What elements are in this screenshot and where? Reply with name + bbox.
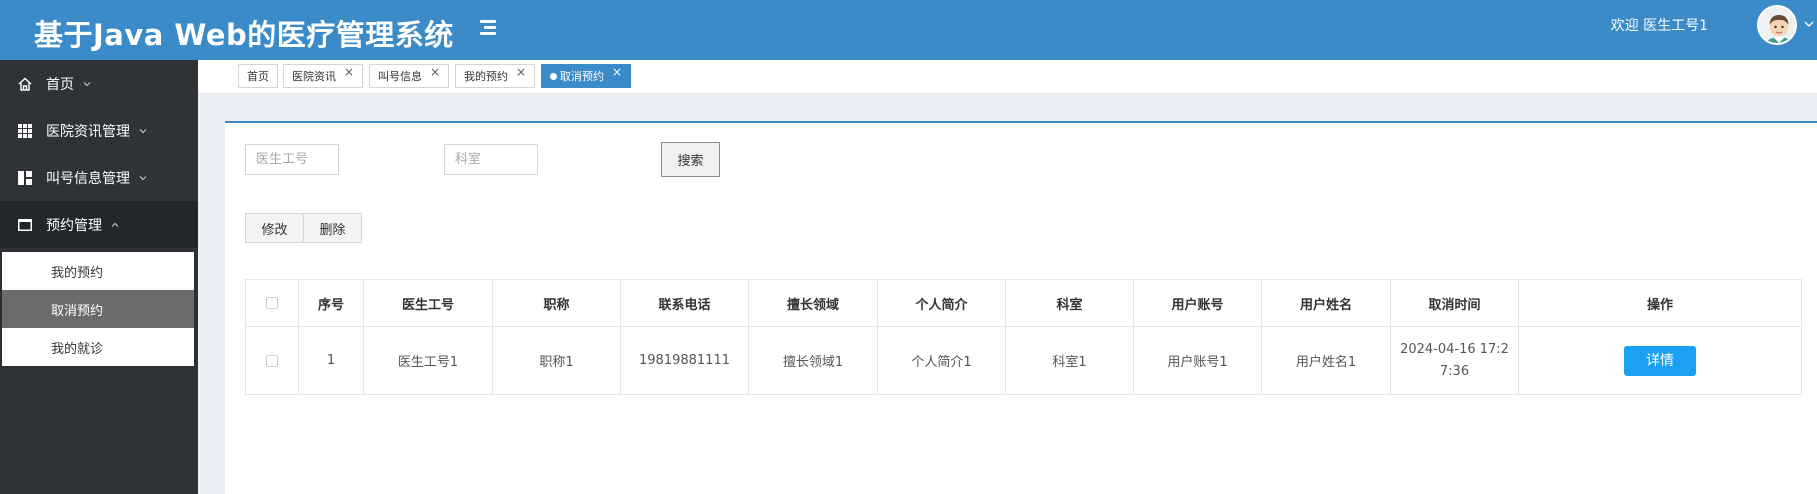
tab-queue-info[interactable]: 叫号信息 × bbox=[369, 64, 450, 88]
column-header: 取消时间 bbox=[1390, 279, 1519, 327]
doctor-no-input[interactable] bbox=[245, 144, 339, 175]
submenu-item-my-visits[interactable]: 我的就诊 bbox=[2, 328, 194, 366]
dept-input[interactable] bbox=[444, 144, 538, 175]
column-header: 职称 bbox=[492, 279, 621, 327]
home-icon bbox=[16, 75, 34, 93]
column-header: 序号 bbox=[298, 279, 364, 327]
column-header: 个人简介 bbox=[877, 279, 1006, 327]
sidebar-item-news[interactable]: 医院资讯管理 bbox=[0, 107, 198, 154]
column-header: 联系电话 bbox=[620, 279, 749, 327]
tab-label: 医院资讯 bbox=[292, 70, 336, 83]
appointments-submenu: 我的预约 取消预约 我的就诊 bbox=[2, 252, 194, 366]
tab-home[interactable]: 首页 bbox=[238, 64, 278, 88]
top-header: 基于Java Web的医疗管理系统 欢迎 医生工号1 bbox=[0, 0, 1817, 60]
tab-label: 叫号信息 bbox=[378, 70, 422, 83]
tab-my-appointments[interactable]: 我的预约 × bbox=[455, 64, 536, 88]
sidebar-item-label: 首页 bbox=[46, 76, 74, 93]
search-button[interactable]: 搜索 bbox=[661, 142, 720, 177]
detail-button[interactable]: 详情 bbox=[1624, 345, 1696, 376]
table-row: 1 医生工号1 职称1 19819881111 擅长领域1 个人简介1 科室1 … bbox=[245, 326, 1802, 395]
cell-cancel-time: 2024-04-16 17:2 7:36 bbox=[1390, 326, 1519, 395]
avatar[interactable] bbox=[1757, 5, 1797, 45]
sidebar-item-label: 叫号信息管理 bbox=[46, 170, 130, 187]
close-icon[interactable]: × bbox=[344, 65, 354, 79]
column-header: 科室 bbox=[1005, 279, 1134, 327]
chevron-down-icon bbox=[139, 175, 147, 180]
chevron-up-icon bbox=[111, 222, 119, 227]
tab-label: 取消预约 bbox=[560, 70, 604, 83]
chevron-down-icon[interactable] bbox=[1803, 18, 1815, 30]
cell-title: 职称1 bbox=[492, 326, 621, 395]
edit-button[interactable]: 修改 bbox=[245, 213, 304, 243]
sidebar-item-queue[interactable]: 叫号信息管理 bbox=[0, 154, 198, 201]
column-header: 用户姓名 bbox=[1261, 279, 1391, 327]
select-all-checkbox[interactable] bbox=[266, 297, 278, 309]
sidebar-item-appointments[interactable]: 预约管理 bbox=[0, 201, 198, 248]
app-title: 基于Java Web的医疗管理系统 bbox=[34, 18, 454, 52]
table-header-row: 序号 医生工号 职称 联系电话 擅长领域 个人简介 科室 用户账号 用户姓名 取… bbox=[245, 279, 1802, 327]
menu-toggle-icon[interactable] bbox=[477, 17, 499, 39]
sidebar-item-label: 医院资讯管理 bbox=[46, 123, 130, 140]
tabs-bar: 首页 医院资讯 × 叫号信息 × 我的预约 × 取消预约 × bbox=[198, 60, 1817, 94]
cell-index: 1 bbox=[298, 326, 364, 395]
column-header: 擅长领域 bbox=[748, 279, 878, 327]
active-dot-icon bbox=[550, 72, 557, 80]
cell-account: 用户账号1 bbox=[1133, 326, 1262, 395]
welcome-text: 欢迎 医生工号1 bbox=[1610, 18, 1708, 34]
sidebar-item-home[interactable]: 首页 bbox=[0, 60, 198, 107]
submenu-item-my-appointments[interactable]: 我的预约 bbox=[2, 252, 194, 290]
tab-label: 首页 bbox=[247, 70, 269, 83]
dashboard-icon bbox=[16, 169, 34, 187]
column-header: 用户账号 bbox=[1133, 279, 1262, 327]
cancel-time-line: 2024-04-16 17:2 bbox=[1400, 341, 1509, 357]
cell-specialty: 擅长领域1 bbox=[748, 326, 878, 395]
cell-dept: 科室1 bbox=[1005, 326, 1134, 395]
data-table: 序号 医生工号 职称 联系电话 擅长领域 个人简介 科室 用户账号 用户姓名 取… bbox=[245, 279, 1802, 395]
column-header: 操作 bbox=[1518, 279, 1802, 327]
grid-icon bbox=[16, 122, 34, 140]
close-icon[interactable]: × bbox=[430, 65, 440, 79]
cell-intro: 个人简介1 bbox=[877, 326, 1006, 395]
tab-hospital-news[interactable]: 医院资讯 × bbox=[283, 64, 364, 88]
cancel-time-line: 7:36 bbox=[1439, 363, 1470, 379]
column-header: 医生工号 bbox=[363, 279, 493, 327]
tab-label: 我的预约 bbox=[464, 70, 508, 83]
close-icon[interactable]: × bbox=[516, 65, 526, 79]
close-icon[interactable]: × bbox=[612, 65, 622, 79]
cell-actions: 详情 bbox=[1518, 326, 1802, 395]
tab-cancel-appointment[interactable]: 取消预约 × bbox=[541, 64, 632, 88]
sidebar-item-label: 预约管理 bbox=[46, 217, 102, 234]
select-all-cell bbox=[245, 279, 299, 327]
chevron-down-icon bbox=[139, 128, 147, 133]
delete-button[interactable]: 删除 bbox=[303, 213, 362, 243]
row-checkbox[interactable] bbox=[266, 354, 278, 367]
cell-name: 用户姓名1 bbox=[1261, 326, 1391, 395]
submenu-item-cancel-appointment[interactable]: 取消预约 bbox=[2, 290, 194, 328]
cell-phone: 19819881111 bbox=[620, 326, 749, 395]
calendar-icon bbox=[16, 216, 34, 234]
chevron-down-icon bbox=[83, 81, 91, 86]
cell-doctor-no: 医生工号1 bbox=[363, 326, 493, 395]
row-select-cell bbox=[245, 326, 299, 395]
